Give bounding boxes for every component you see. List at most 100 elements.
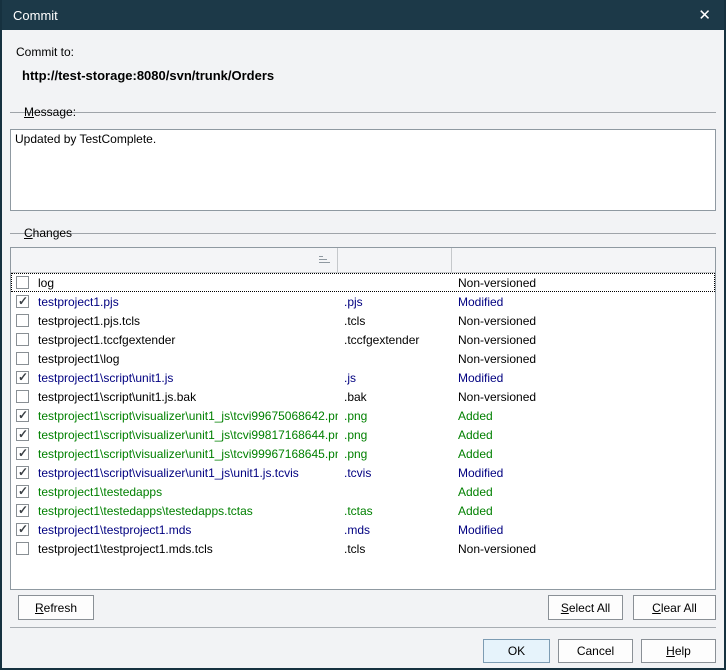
status-cell: Added — [452, 485, 715, 499]
file-extension-cell: .png — [338, 447, 452, 461]
ok-button[interactable]: OK — [483, 639, 550, 663]
file-name-cell: log — [11, 276, 338, 290]
file-name-cell: testproject1\script\unit1.js — [11, 371, 338, 385]
message-group-header: Message: — [10, 105, 716, 119]
table-row[interactable]: testproject1\testproject1.mds.tcls .tclsN… — [11, 539, 715, 558]
table-row[interactable]: log Non-versioned — [11, 273, 715, 292]
table-row[interactable]: testproject1\script\unit1.js.bak .bakNon-… — [11, 387, 715, 406]
status-cell: Added — [452, 504, 715, 518]
checkbox-unchecked[interactable] — [16, 542, 29, 555]
status-cell: Modified — [452, 295, 715, 309]
file-name-cell: testproject1\script\visualizer\unit1_js\… — [11, 409, 338, 423]
changes-table: logNon-versionedtestproject1.pjs.pjsModi… — [10, 247, 716, 590]
table-row[interactable]: testproject1\script\visualizer\unit1_js\… — [11, 425, 715, 444]
file-name-cell: testproject1\script\unit1.js.bak — [11, 390, 338, 404]
table-row[interactable]: testproject1\log Non-versioned — [11, 349, 715, 368]
changes-group-line — [10, 233, 716, 234]
file-name: testproject1\script\unit1.js.bak — [38, 390, 196, 404]
help-button[interactable]: Help — [641, 639, 716, 663]
file-name: testproject1\testproject1.mds.tcls — [38, 542, 213, 556]
table-row[interactable]: testproject1.tccfgextender .tccfgextender… — [11, 330, 715, 349]
status-cell: Non-versioned — [452, 542, 715, 556]
table-row[interactable]: testproject1.pjs.pjsModified — [11, 292, 715, 311]
file-name: testproject1\testedapps\testedapps.tctas — [38, 504, 253, 518]
column-header-name[interactable] — [11, 248, 338, 272]
table-row[interactable]: testproject1\testedapps Added — [11, 482, 715, 501]
message-group-line — [10, 112, 716, 113]
table-row[interactable]: testproject1\script\visualizer\unit1_js\… — [11, 444, 715, 463]
checkbox-checked[interactable] — [16, 409, 29, 422]
checkbox-checked[interactable] — [16, 447, 29, 460]
table-row[interactable]: testproject1\testedapps\testedapps.tctas… — [11, 501, 715, 520]
status-cell: Non-versioned — [452, 390, 715, 404]
file-name: testproject1\testedapps — [38, 485, 162, 499]
changes-group-header: Changes — [10, 226, 716, 240]
checkbox-unchecked[interactable] — [16, 333, 29, 346]
file-name-cell: testproject1\log — [11, 352, 338, 366]
cancel-button[interactable]: Cancel — [558, 639, 633, 663]
table-row[interactable]: testproject1.pjs.tcls .tclsNon-versioned — [11, 311, 715, 330]
file-name: testproject1.pjs.tcls — [38, 314, 140, 328]
file-extension-cell: .tccfgextender — [338, 333, 452, 347]
column-header-extension[interactable] — [338, 248, 452, 272]
file-name: testproject1\testproject1.mds — [38, 523, 191, 537]
file-extension-cell: .tcvis — [338, 466, 452, 480]
status-cell: Non-versioned — [452, 352, 715, 366]
checkbox-checked[interactable] — [16, 371, 29, 384]
list-actions: Refresh Select All Clear All — [10, 595, 716, 620]
checkbox-unchecked[interactable] — [16, 390, 29, 403]
status-cell: Non-versioned — [452, 276, 715, 290]
file-extension-cell: .js — [338, 371, 452, 385]
status-cell: Added — [452, 447, 715, 461]
checkbox-checked[interactable] — [16, 295, 29, 308]
checkbox-checked[interactable] — [16, 504, 29, 517]
file-extension-cell: .png — [338, 409, 452, 423]
checkbox-unchecked[interactable] — [16, 352, 29, 365]
status-cell: Non-versioned — [452, 314, 715, 328]
table-row[interactable]: testproject1\script\visualizer\unit1_js\… — [11, 463, 715, 482]
file-name: testproject1\script\visualizer\unit1_js\… — [38, 409, 338, 423]
file-extension-cell: .tcls — [338, 542, 452, 556]
checkbox-checked[interactable] — [16, 523, 29, 536]
table-row[interactable]: testproject1\script\visualizer\unit1_js\… — [11, 406, 715, 425]
file-extension-cell: .tctas — [338, 504, 452, 518]
select-all-button[interactable]: Select All — [548, 595, 623, 620]
clear-all-button[interactable]: Clear All — [633, 595, 716, 620]
checkbox-checked[interactable] — [16, 466, 29, 479]
status-cell: Modified — [452, 371, 715, 385]
table-row[interactable]: testproject1\testproject1.mds.mdsModifie… — [11, 520, 715, 539]
file-name: testproject1\log — [38, 352, 119, 366]
commit-dialog: Commit ✕ Commit to: http://test-storage:… — [0, 0, 726, 670]
checkbox-unchecked[interactable] — [16, 276, 29, 289]
status-cell: Modified — [452, 466, 715, 480]
file-extension-cell: .tcls — [338, 314, 452, 328]
file-name-cell: testproject1\script\visualizer\unit1_js\… — [11, 466, 338, 480]
file-name-cell: testproject1.pjs — [11, 295, 338, 309]
file-name: testproject1.tccfgextender — [38, 333, 175, 347]
file-extension-cell: .pjs — [338, 295, 452, 309]
file-name: testproject1\script\visualizer\unit1_js\… — [38, 447, 338, 461]
footer-separator — [10, 627, 716, 628]
checkbox-unchecked[interactable] — [16, 314, 29, 327]
file-extension-cell: .bak — [338, 390, 452, 404]
message-input[interactable]: Updated by TestComplete. — [10, 129, 716, 211]
status-cell: Added — [452, 428, 715, 442]
dialog-actions: OK Cancel Help — [10, 639, 716, 663]
file-name: testproject1\script\unit1.js — [38, 371, 173, 385]
file-name-cell: testproject1\script\visualizer\unit1_js\… — [11, 447, 338, 461]
file-extension-cell: .png — [338, 428, 452, 442]
file-name: log — [38, 276, 54, 290]
checkbox-checked[interactable] — [16, 428, 29, 441]
column-header-status[interactable] — [452, 248, 715, 272]
file-name-cell: testproject1\testedapps\testedapps.tctas — [11, 504, 338, 518]
file-name-cell: testproject1\testedapps — [11, 485, 338, 499]
file-name-cell: testproject1.tccfgextender — [11, 333, 338, 347]
title-bar[interactable]: Commit ✕ — [0, 0, 726, 30]
checkbox-checked[interactable] — [16, 485, 29, 498]
file-name-cell: testproject1\script\visualizer\unit1_js\… — [11, 428, 338, 442]
refresh-button[interactable]: Refresh — [18, 595, 94, 620]
table-row[interactable]: testproject1\script\unit1.js .jsModified — [11, 368, 715, 387]
message-label: Message: — [24, 105, 76, 119]
changes-list: logNon-versionedtestproject1.pjs.pjsModi… — [11, 273, 715, 589]
close-icon[interactable]: ✕ — [696, 6, 713, 24]
